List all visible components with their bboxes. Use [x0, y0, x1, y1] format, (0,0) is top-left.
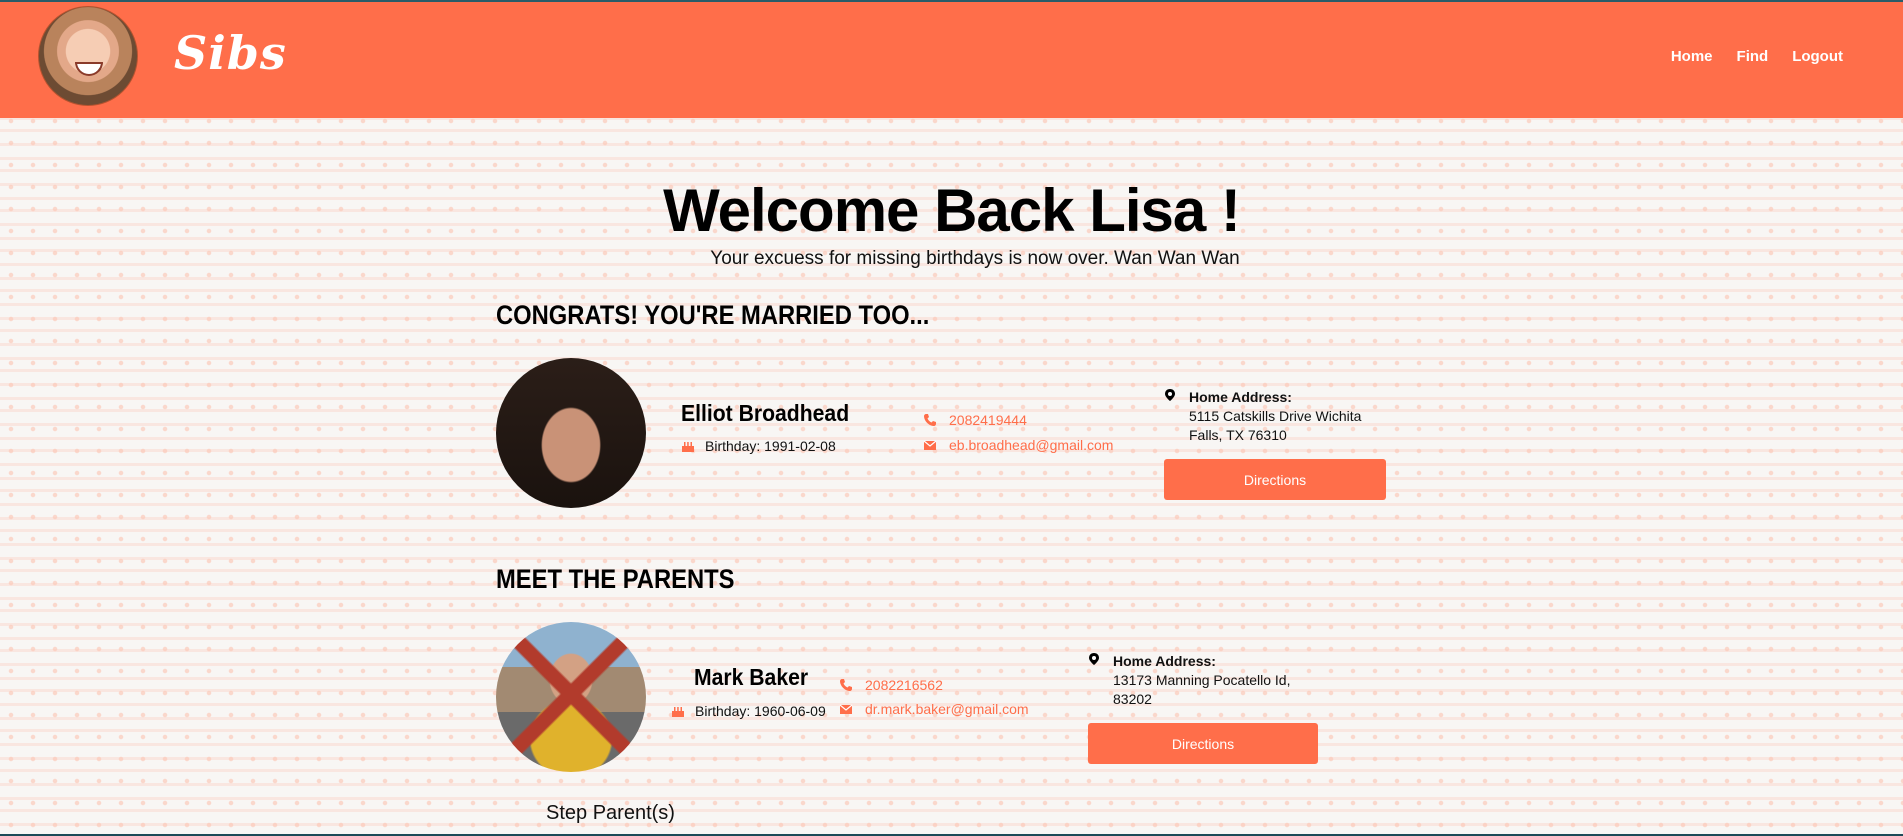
parent-photo [496, 622, 646, 772]
spouse-phone-text[interactable]: 2082419444 [949, 412, 1027, 428]
welcome-subtitle: Your excuess for missing birthdays is no… [710, 248, 1240, 269]
spouse-address: Home Address: 5115 Catskills Drive Wichi… [1165, 388, 1362, 445]
parent-phone-text[interactable]: 2082216562 [865, 677, 943, 693]
spouse-name: Elliot Broadhead [681, 400, 850, 426]
nav-links: Home Find Logout [1671, 48, 1843, 65]
parent-birthday-text: Birthday: 1960-06-09 [695, 703, 826, 719]
parent-email-text[interactable]: dr.mark.baker@gmail.com [865, 701, 1029, 717]
nav-find-link[interactable]: Find [1737, 48, 1769, 65]
parent-email[interactable]: dr.mark.baker@gmail.com [839, 701, 1029, 717]
spouse-address-line1: 5115 Catskills Drive Wichita [1189, 408, 1362, 424]
parent-address: Home Address: 13173 Manning Pocatello Id… [1089, 652, 1291, 709]
parent-name: Mark Baker [694, 664, 809, 690]
envelope-icon [923, 440, 937, 450]
parent-directions-button[interactable]: Directions [1088, 723, 1318, 764]
welcome-title: Welcome Back Lisa ! [663, 177, 1241, 244]
brand-logo[interactable]: Sibs [174, 26, 287, 80]
parent-address-line2: 83202 [1113, 691, 1152, 707]
map-marker-icon [1089, 653, 1099, 665]
parents-section-heading: MEET THE PARENTS [496, 564, 735, 594]
spouse-birthday-text: Birthday: 1991-02-08 [705, 438, 836, 454]
spouse-address-label: Home Address: [1189, 389, 1292, 405]
parent-address-line1: 13173 Manning Pocatello Id, [1113, 672, 1291, 688]
spouse-phone[interactable]: 2082419444 [923, 412, 1027, 428]
map-marker-icon [1165, 389, 1175, 401]
parent-birthday: Birthday: 1960-06-09 [671, 703, 826, 719]
spouse-directions-button[interactable]: Directions [1164, 459, 1386, 500]
parent-phone[interactable]: 2082216562 [839, 677, 943, 693]
step-parents-label: Step Parent(s) [546, 802, 675, 824]
envelope-icon [839, 704, 853, 714]
spouse-email-text[interactable]: eb.broadhead@gmail.com [949, 437, 1113, 453]
spouse-photo [496, 358, 646, 508]
spouse-section-heading: CONGRATS! YOU'RE MARRIED TOO... [496, 300, 930, 330]
phone-icon [924, 414, 936, 426]
birthday-cake-icon [682, 442, 694, 452]
user-avatar[interactable] [38, 6, 138, 106]
spouse-birthday: Birthday: 1991-02-08 [681, 438, 836, 454]
phone-icon [840, 679, 852, 691]
avatar-smile [75, 62, 103, 76]
parent-address-label: Home Address: [1113, 653, 1216, 669]
spouse-email[interactable]: eb.broadhead@gmail.com [923, 437, 1113, 453]
nav-logout-link[interactable]: Logout [1792, 48, 1843, 65]
navbar: Sibs Home Find Logout [0, 0, 1903, 118]
birthday-cake-icon [672, 707, 684, 717]
spouse-address-line2: Falls, TX 76310 [1189, 427, 1287, 443]
nav-home-link[interactable]: Home [1671, 48, 1713, 65]
